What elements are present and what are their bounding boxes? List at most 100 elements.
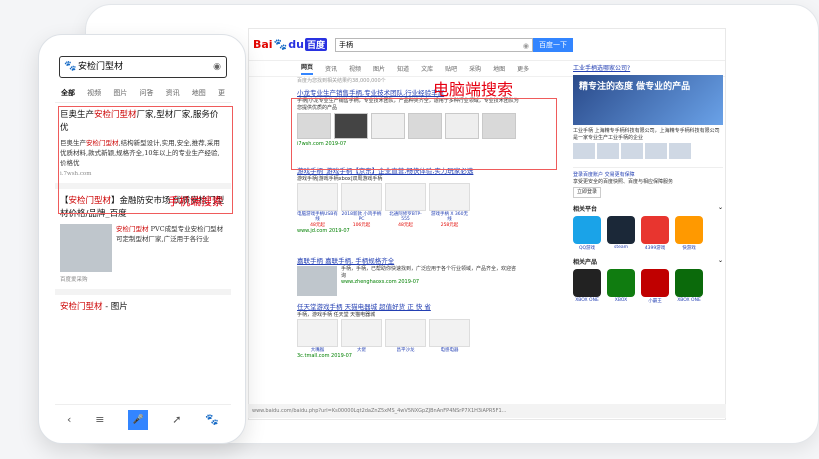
pc-topbar: Bai 🐾 du 百度 手柄 ◉ 百度一下 (249, 29, 725, 61)
thumb[interactable] (669, 143, 691, 159)
microphone-icon[interactable]: 🎤 (128, 409, 149, 430)
product-image (297, 182, 338, 211)
back-icon[interactable]: ‹ (67, 413, 71, 426)
result-url[interactable]: 3c.tmall.com 2019-07 (297, 353, 519, 360)
tab-zhidao[interactable]: 知道 (397, 64, 409, 73)
app-item[interactable]: steam (607, 215, 635, 251)
4399-icon (641, 215, 669, 244)
app-name: QQ游戏 (578, 245, 596, 251)
paw-icon: 🐾 (273, 38, 288, 51)
product-image (429, 318, 470, 347)
mobile-search-input[interactable]: 🐾 安检门型材 ◉ (59, 56, 227, 78)
paw-icon: 🐾 (64, 61, 77, 72)
tab-purchase[interactable]: 采购 (469, 64, 481, 73)
product-item[interactable]: 游戏手柄 X 360无线 258元起 (429, 182, 470, 229)
app-item[interactable]: XBOX ONE (573, 268, 601, 304)
product-item[interactable]: 电感电器 (429, 318, 470, 354)
product-name: 2018新款 小鸡手柄 PC (341, 211, 382, 223)
result-image[interactable] (297, 266, 337, 296)
xbox-one-icon (675, 268, 703, 297)
right-title[interactable]: 工业手柄选哪家公司? (573, 63, 723, 72)
tab-news[interactable]: 资讯 (166, 88, 180, 98)
baidu-logo[interactable]: Bai 🐾 du 百度 (253, 38, 328, 51)
app-item[interactable]: XBOX (607, 268, 635, 304)
related-platform-label: 相关平台 (573, 205, 598, 213)
share-icon[interactable]: ➚ (172, 413, 181, 426)
product-image (429, 182, 470, 211)
thumb[interactable] (645, 143, 667, 159)
product-item[interactable]: 大嘴猴 (297, 318, 338, 354)
app-name: 小霸王 (648, 298, 662, 304)
product-item[interactable]: 北通阿修罗BTP-555 48元起 (385, 182, 426, 229)
product-name: 游戏手柄 X 360无线 (430, 211, 469, 223)
tab-images[interactable]: 图片 (373, 64, 385, 73)
search-button[interactable]: 百度一下 (533, 37, 574, 52)
menu-icon[interactable]: ≡ (95, 413, 104, 426)
tab-map[interactable]: 地图 (493, 64, 505, 73)
logo-du: du (288, 38, 304, 51)
pc-search-input[interactable]: 手柄 ◉ (335, 37, 534, 52)
tab-map[interactable]: 地图 (192, 88, 206, 98)
mobile-card-3[interactable]: 安检门型材 - 图片 (55, 295, 231, 320)
text-highlight: 安检门型材 (116, 225, 149, 233)
tab-news[interactable]: 资讯 (325, 64, 337, 73)
paw-icon[interactable]: 🐾 (205, 413, 219, 426)
tab-tieba[interactable]: 贴吧 (445, 64, 457, 73)
thumb[interactable] (597, 143, 619, 159)
app-name: XBOX ONE (575, 297, 599, 303)
product-price: 258元起 (440, 222, 459, 228)
login-button[interactable]: 立即登录 (573, 187, 602, 198)
product-image (341, 318, 382, 347)
product-image (385, 182, 426, 211)
app-name: 快游戏 (682, 245, 696, 251)
camera-icon[interactable]: ◉ (523, 40, 529, 52)
result-title[interactable]: 嘉联手柄 嘉联手柄, 手柄规格齐全 (297, 257, 519, 266)
card-text: 安检门型材 PVC成型专业安检门型材 可定制型材厂家,广泛用于各行业 (116, 224, 226, 272)
product-item[interactable]: 大佬 (341, 318, 382, 354)
tab-qa[interactable]: 问答 (139, 88, 153, 98)
result-url[interactable]: www.zhenghaoxs.com 2019-07 (341, 279, 519, 286)
thumb[interactable] (573, 143, 595, 159)
tab-images[interactable]: 图片 (113, 88, 127, 98)
tab-more[interactable]: 更多 (517, 64, 529, 73)
result-count: 百度为您找到相关结果约38,000,000个 (297, 78, 386, 84)
app-item[interactable]: XBOX ONE (675, 268, 703, 304)
qq-game-icon (573, 215, 601, 244)
camera-icon[interactable]: ◉ (213, 57, 221, 77)
product-item[interactable]: 昌平沙龙 (385, 318, 426, 354)
tab-web[interactable]: 网页 (301, 62, 314, 75)
tab-video[interactable]: 视频 (87, 88, 101, 98)
tab-wenku[interactable]: 文库 (421, 64, 433, 73)
product-item[interactable]: 电脑游戏手柄USB有线 48元起 (297, 182, 338, 229)
xbox-icon (607, 268, 635, 297)
chevron-icon[interactable]: ⌄ (718, 204, 723, 213)
product-image (341, 182, 382, 211)
card-image[interactable] (60, 224, 112, 272)
right-banner[interactable]: 精专注的态度 做专业的产品 (573, 75, 723, 125)
result-3: 嘉联手柄 嘉联手柄, 手柄规格齐全 手柄，手柄，已帮助你快速找到，广泛应用于各个… (297, 257, 519, 303)
mobile-bottom-nav: ‹ ≡ 🎤 ➚ 🐾 (55, 404, 231, 434)
result-title[interactable]: 任天堂游戏手柄 天猫电器城 超值好货 正 快 省 (297, 303, 519, 312)
card-url: 百度爱采购 (60, 277, 88, 283)
app-item[interactable]: 快游戏 (675, 215, 703, 251)
thumb[interactable] (621, 143, 643, 159)
logo-cn: 百度 (305, 38, 328, 51)
tab-more[interactable]: 更 (218, 88, 225, 98)
secure-box: 登录百度账户 交易更有保障 享受更安全的百度快照、百度与相应保障服务 立即登录 (573, 167, 723, 198)
result-url[interactable]: www.jd.com 2019-07 (297, 228, 519, 235)
app-item[interactable]: QQ游戏 (573, 215, 601, 251)
product-item[interactable]: 2018新款 小鸡手柄 PC 106元起 (341, 182, 382, 229)
app-name: steam (613, 244, 629, 250)
right-thumbs (573, 143, 723, 159)
result-3-body: 手柄，手柄，已帮助你快速找到，广泛应用于各个行业领域，产品齐全，欢迎咨询 www… (297, 266, 519, 296)
product-grid: 电脑游戏手柄USB有线 48元起 2018新款 小鸡手柄 PC 106元起 北通阿修… (297, 182, 519, 229)
app-item[interactable]: 小霸王 (641, 268, 669, 304)
mobile-search-label: 手机端搜索 (168, 195, 223, 208)
chevron-icon[interactable]: ⌄ (718, 257, 723, 266)
tab-video[interactable]: 视频 (349, 64, 361, 73)
tab-all[interactable]: 全部 (61, 88, 75, 98)
title-highlight: 安检门型材 (60, 302, 103, 312)
product-image (385, 318, 426, 347)
app-name: 4399游戏 (644, 245, 666, 251)
app-item[interactable]: 4399游戏 (641, 215, 669, 251)
